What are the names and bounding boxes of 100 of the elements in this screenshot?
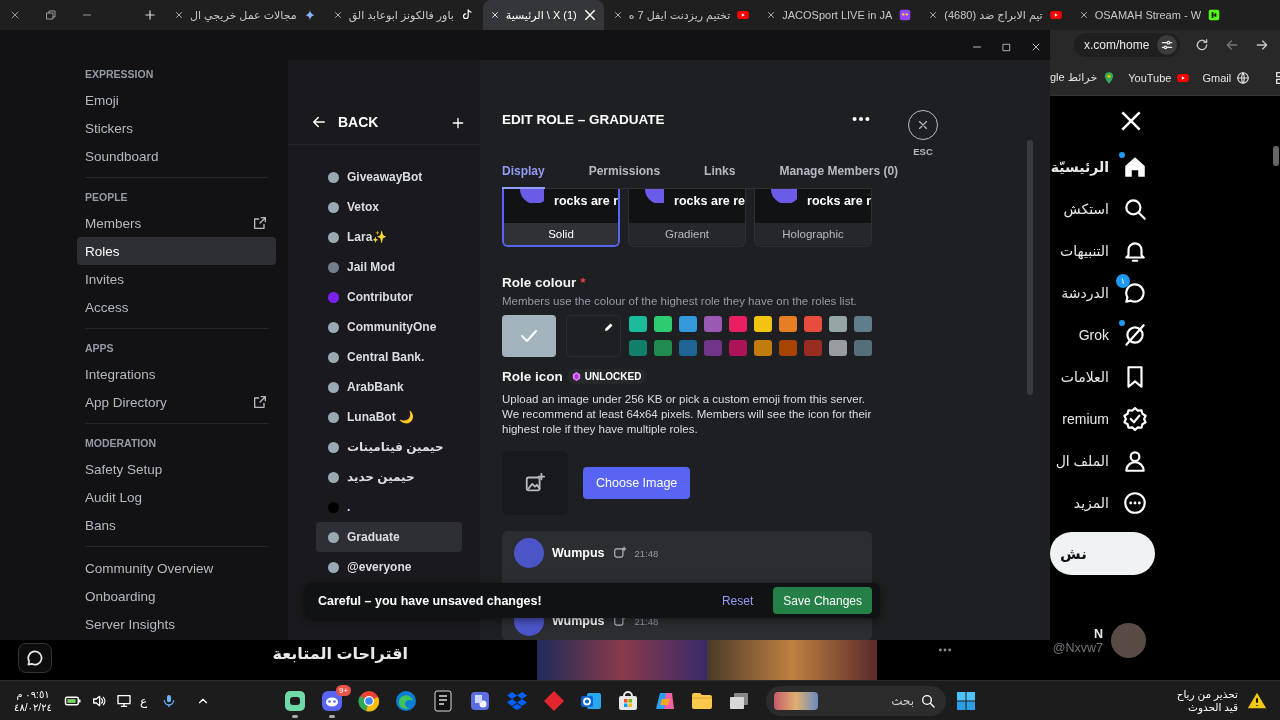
colour-swatch[interactable] xyxy=(654,340,672,356)
role-item[interactable]: @everyone xyxy=(316,552,462,582)
colour-swatch[interactable] xyxy=(854,316,872,332)
external-link-icon[interactable] xyxy=(252,394,268,410)
sidebar-item[interactable]: App Directory xyxy=(77,388,276,416)
browser-tab[interactable]: تختيم ريزدنت ايفل 7 ه xyxy=(605,0,758,30)
sidebar-item[interactable]: Emoji xyxy=(77,86,276,114)
nav-item[interactable]: التنبيهات xyxy=(1050,230,1160,272)
close-icon[interactable] xyxy=(174,10,184,20)
bookmark[interactable]: YouTube xyxy=(1128,70,1191,85)
custom-colour-swatch[interactable] xyxy=(566,315,621,357)
role-item[interactable]: . xyxy=(316,492,462,522)
sidebar-item[interactable]: Access xyxy=(77,293,276,321)
nav-item[interactable]: المزيد xyxy=(1050,482,1160,524)
browser-tab[interactable]: مجالات عمل خريجي ال xyxy=(167,0,324,30)
site-settings-button[interactable] xyxy=(1157,35,1178,55)
colour-swatch[interactable] xyxy=(629,340,647,356)
diamond-app-icon[interactable] xyxy=(542,688,567,713)
sidebar-item[interactable]: Community Overview xyxy=(77,554,276,582)
close-icon[interactable] xyxy=(489,10,500,20)
bookmark[interactable]: Gmail xyxy=(1202,70,1251,85)
colour-swatch[interactable] xyxy=(779,316,797,332)
tab[interactable]: Manage Members (0) xyxy=(779,164,899,189)
close-icon[interactable] xyxy=(766,10,777,20)
sidebar-item[interactable]: Onboarding xyxy=(77,582,276,610)
colour-swatch[interactable] xyxy=(754,316,772,332)
bookmark[interactable]: gle خرائط xyxy=(1050,70,1117,85)
role-item[interactable]: GiveawayBot xyxy=(316,162,462,192)
colour-swatch[interactable] xyxy=(629,316,647,332)
sidebar-item[interactable]: Safety Setup xyxy=(77,455,276,483)
scrollbar-thumb[interactable] xyxy=(1273,146,1279,166)
role-item[interactable]: Lara✨ xyxy=(316,222,462,252)
tab[interactable]: Permissions xyxy=(588,164,661,189)
nav-item[interactable]: Grok xyxy=(1050,314,1160,356)
reset-link[interactable]: Reset xyxy=(721,593,754,608)
close-icon[interactable] xyxy=(928,10,939,20)
colour-swatch[interactable] xyxy=(854,340,872,356)
choose-image-button[interactable]: Choose Image xyxy=(583,467,691,499)
role-item[interactable]: Graduate xyxy=(316,522,462,552)
sidebar-item[interactable]: Stickers xyxy=(77,114,276,142)
tile-app-icon[interactable] xyxy=(283,688,308,713)
style-card[interactable]: rocks are r Solid xyxy=(502,189,620,247)
colour-swatch[interactable] xyxy=(729,316,747,332)
browser-tab[interactable]: (4680) تيم الابراج ضد xyxy=(921,0,1070,30)
browser-tab[interactable]: الرئيسية \ X (1) xyxy=(482,0,604,30)
style-card[interactable]: rocks are re Gradient xyxy=(628,189,746,247)
browser-tab[interactable]: OSAMAH Stream - W xyxy=(1071,0,1228,30)
circle-app-icon[interactable] xyxy=(357,688,382,713)
close-icon[interactable] xyxy=(332,10,343,20)
close-icon[interactable] xyxy=(1030,41,1042,53)
style-card[interactable]: rocks are r Holographic xyxy=(754,189,872,247)
sidebar-item[interactable]: Invites xyxy=(77,265,276,293)
tab[interactable]: Links xyxy=(704,164,736,189)
role-item[interactable]: CommunityOne xyxy=(316,312,462,342)
sidebar-item[interactable]: Integrations xyxy=(77,360,276,388)
role-item[interactable]: Central Bank. xyxy=(316,342,462,372)
external-link-icon[interactable] xyxy=(252,215,268,231)
close-icon[interactable] xyxy=(612,10,623,20)
browser-tab[interactable]: باور فالكونز ابوعابد الق xyxy=(325,0,481,30)
colour-swatch[interactable] xyxy=(829,316,847,332)
address-bar[interactable]: x.com/home xyxy=(1074,33,1181,57)
nav-item[interactable]: remium xyxy=(1050,398,1160,440)
sidebar-item[interactable]: Members xyxy=(77,209,276,237)
colour-swatch[interactable] xyxy=(654,316,672,332)
upload-button[interactable] xyxy=(502,451,568,515)
role-item[interactable]: ArabBank xyxy=(316,372,462,402)
nav-item[interactable]: العلامات xyxy=(1050,356,1160,398)
new-tab-icon[interactable] xyxy=(143,8,157,22)
colour-swatch[interactable] xyxy=(779,340,797,356)
post-button[interactable]: نش xyxy=(1050,532,1155,575)
save-changes-button[interactable]: Save Changes xyxy=(773,587,872,614)
colour-swatch[interactable] xyxy=(829,340,847,356)
role-item[interactable]: Contributor xyxy=(316,282,462,312)
nav-item[interactable]: الرئيسيّة xyxy=(1050,146,1160,188)
colour-swatch[interactable] xyxy=(502,315,557,357)
colour-swatch[interactable] xyxy=(704,316,722,332)
sidebar-item[interactable]: Audit Log xyxy=(77,483,276,511)
sidebar-item[interactable]: Soundboard xyxy=(77,142,276,170)
role-item[interactable]: LunaBot 🌙 xyxy=(316,402,462,432)
nav-item[interactable]: الملف ال xyxy=(1050,440,1160,482)
browser-tab[interactable]: JACOSport LIVE in JA xyxy=(759,0,920,30)
close-icon[interactable] xyxy=(9,9,21,21)
colour-swatch[interactable] xyxy=(804,340,822,356)
restore-icon[interactable] xyxy=(45,9,57,21)
nav-item[interactable]: الدردشة ١ xyxy=(1050,272,1160,314)
close-icon[interactable] xyxy=(1078,10,1089,20)
colour-swatch[interactable] xyxy=(704,340,722,356)
chat-button[interactable] xyxy=(18,643,52,673)
role-item[interactable]: Vetox xyxy=(316,192,462,222)
colour-swatch[interactable] xyxy=(679,340,697,356)
language-indicator[interactable]: ع xyxy=(140,693,148,708)
add-role-icon[interactable] xyxy=(450,115,466,131)
wave-app-icon[interactable] xyxy=(394,688,419,713)
sidebar-item[interactable]: Bans xyxy=(77,511,276,539)
maximize-icon[interactable] xyxy=(1001,41,1012,53)
colour-swatch[interactable] xyxy=(729,340,747,356)
sidebar-item[interactable]: Server Insights xyxy=(77,610,276,638)
colour-swatch[interactable] xyxy=(754,340,772,356)
monitor-icon[interactable] xyxy=(116,692,132,709)
colour-swatch[interactable] xyxy=(804,316,822,332)
